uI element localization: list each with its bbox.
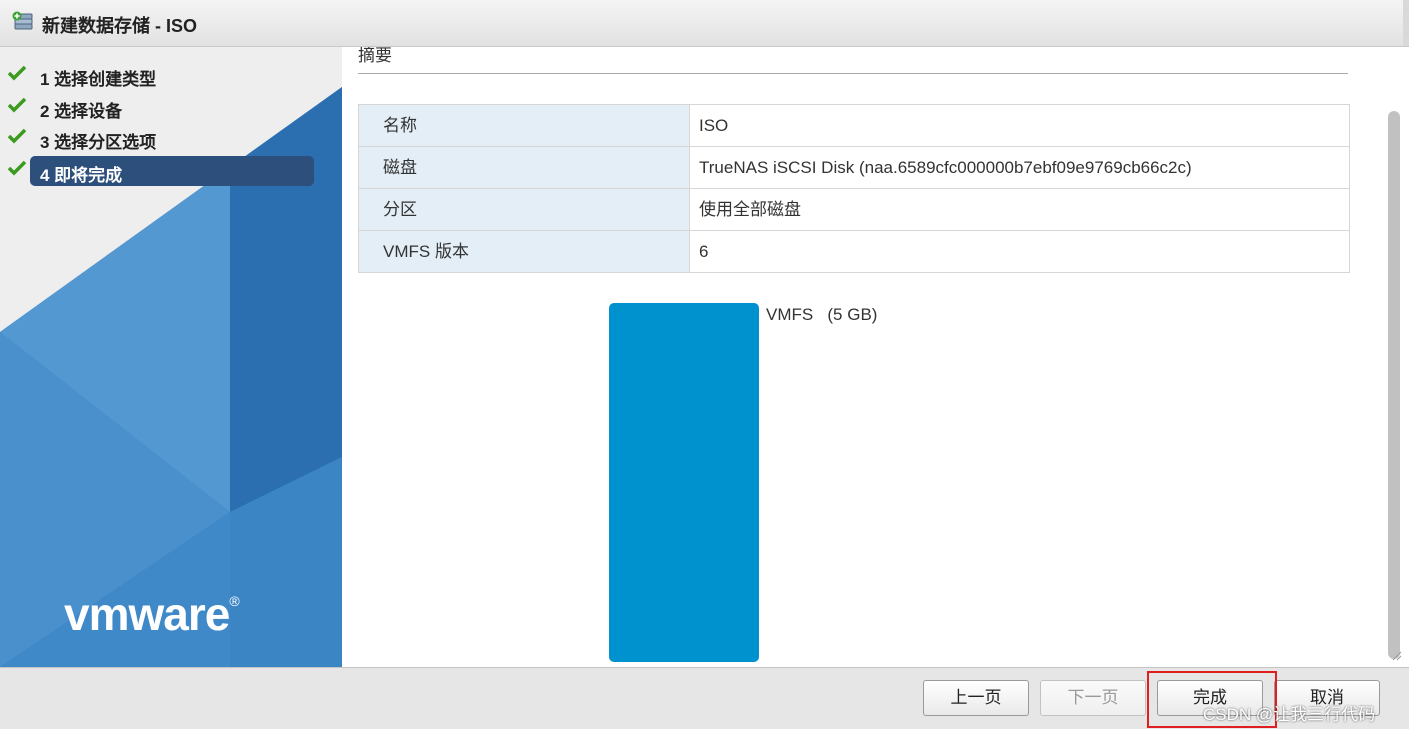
summary-key: 磁盘	[359, 147, 690, 188]
section-title: 摘要	[358, 47, 392, 65]
summary-key: 分区	[359, 189, 690, 230]
wizard-step-select-type[interactable]: 1 选择创建类型	[8, 61, 314, 91]
table-row: 名称 ISO	[359, 105, 1349, 147]
summary-value: 6	[699, 242, 709, 261]
check-icon	[8, 65, 26, 81]
summary-key: VMFS 版本	[359, 231, 690, 272]
table-row: 磁盘 TrueNAS iSCSI Disk (naa.6589cfc000000…	[359, 147, 1349, 189]
summary-table: 名称 ISO 磁盘 TrueNAS iSCSI Disk (naa.6589cf…	[358, 104, 1350, 273]
check-icon	[8, 97, 26, 113]
watermark: CSDN @让我三行代码	[1203, 705, 1376, 724]
check-icon	[8, 160, 26, 176]
wizard-step-partition-options[interactable]: 3 选择分区选项	[8, 124, 314, 154]
scrollbar-thumb[interactable]	[1388, 111, 1400, 659]
summary-value: TrueNAS iSCSI Disk (naa.6589cfc000000b7e…	[699, 158, 1192, 177]
wizard-step-label: 4 即将完成	[40, 166, 123, 185]
wizard-footer: 上一页 下一页 完成 取消 CSDN @让我三行代码	[0, 667, 1409, 729]
partition-bar	[609, 303, 759, 662]
title-bar: 新建数据存储 - ISO	[0, 0, 1409, 47]
partition-label: VMFS (5 GB)	[766, 305, 878, 324]
resize-grip-icon[interactable]	[1392, 651, 1402, 661]
back-button[interactable]: 上一页	[923, 680, 1029, 716]
wizard-step-label: 1 选择创建类型	[40, 70, 157, 89]
main-content: 摘要 名称 ISO 磁盘 TrueNAS iSCSI Disk (naa.658…	[342, 47, 1409, 667]
check-icon	[8, 128, 26, 144]
window-title: 新建数据存储 - ISO	[42, 16, 198, 36]
summary-value: ISO	[699, 116, 729, 135]
wizard-sidebar: 1 选择创建类型 2 选择设备 3 选择分区选项 4 即将完成 vmware®	[0, 47, 342, 667]
window-edge	[1403, 0, 1409, 46]
next-button[interactable]: 下一页	[1040, 680, 1146, 716]
summary-key: 名称	[359, 105, 690, 146]
table-row: 分区 使用全部磁盘	[359, 189, 1349, 231]
section-divider	[358, 73, 1348, 74]
vmware-logo: vmware®	[64, 588, 240, 640]
summary-value: 使用全部磁盘	[699, 200, 801, 219]
table-row: VMFS 版本 6	[359, 231, 1349, 272]
wizard-step-label: 2 选择设备	[40, 102, 123, 121]
wizard-step-ready-to-complete[interactable]: 4 即将完成	[8, 156, 314, 186]
wizard-step-select-device[interactable]: 2 选择设备	[8, 93, 314, 123]
wizard-step-label: 3 选择分区选项	[40, 133, 157, 152]
datastore-add-icon	[12, 11, 33, 30]
